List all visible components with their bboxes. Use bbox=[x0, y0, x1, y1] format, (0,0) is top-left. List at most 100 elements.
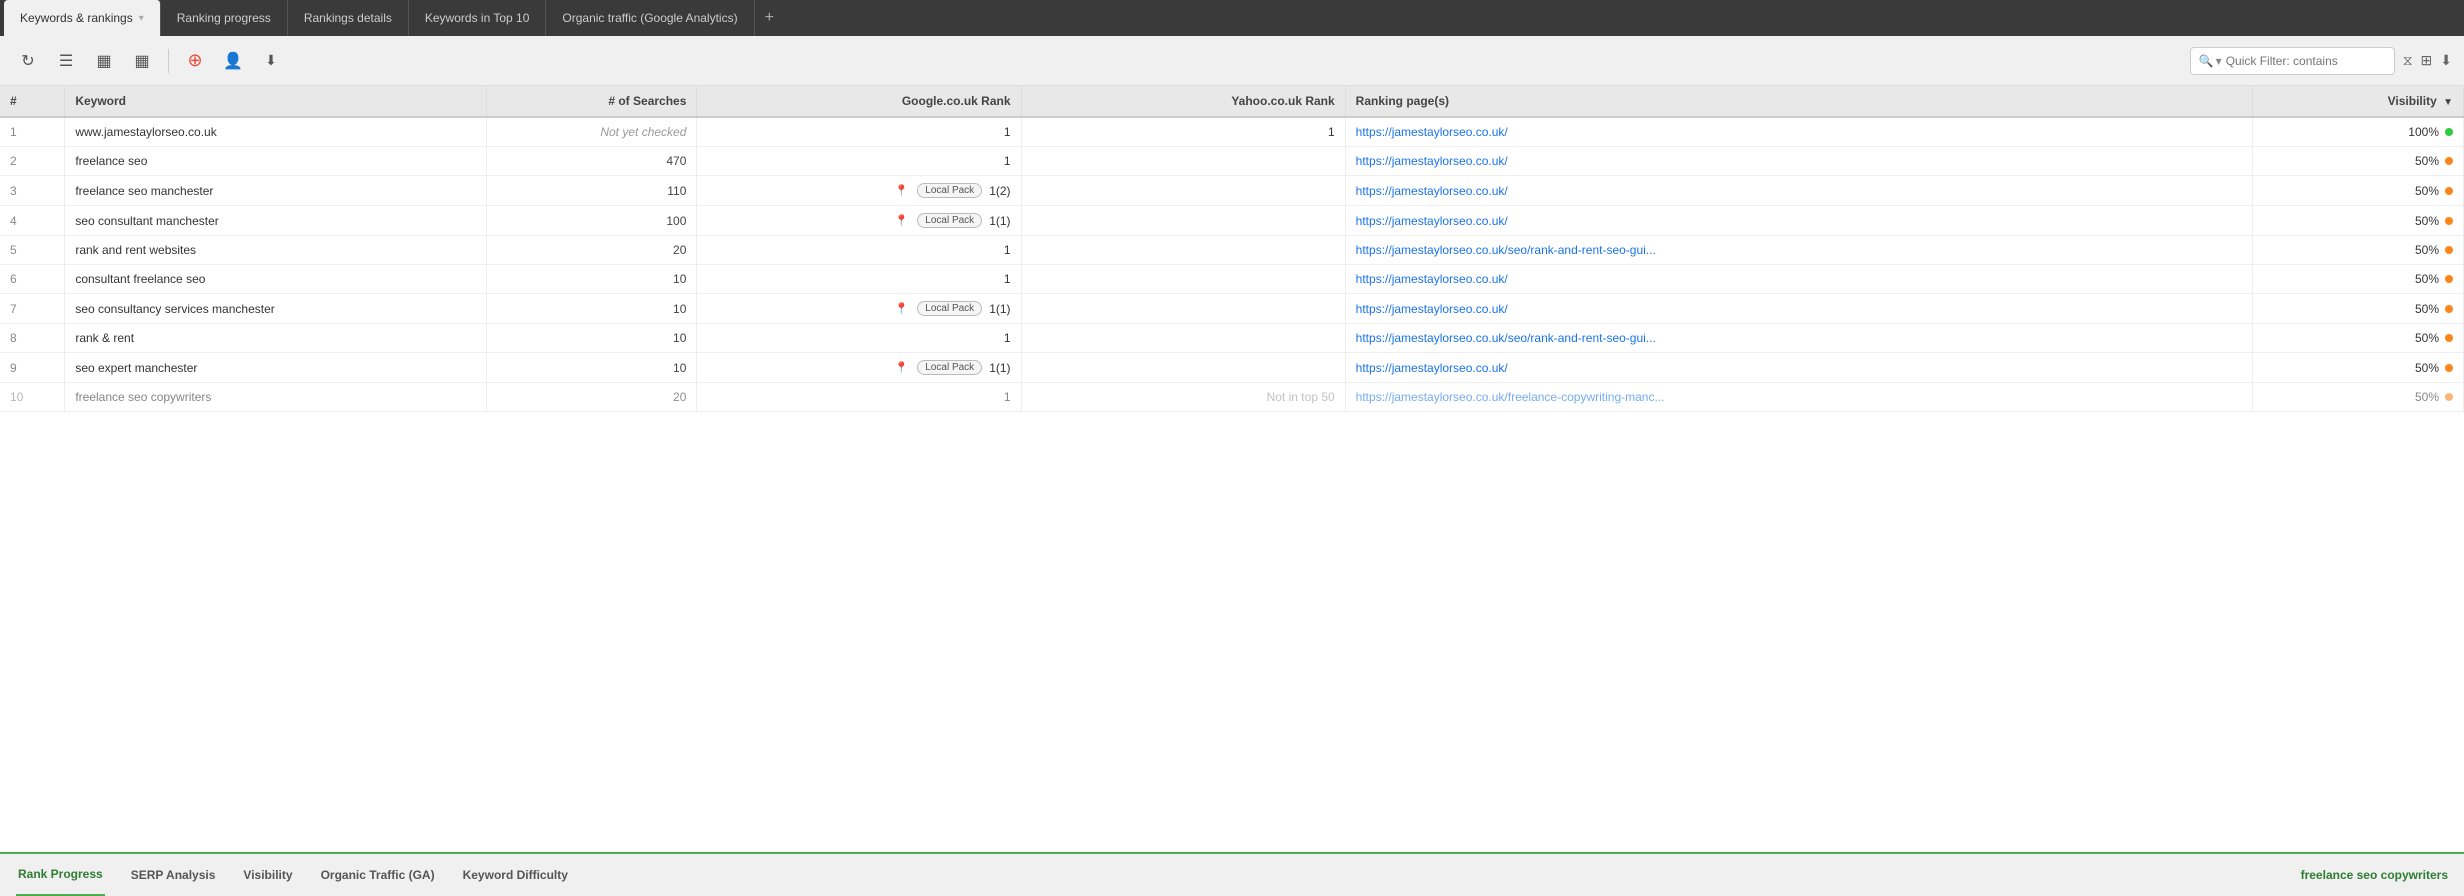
table-container: # Keyword # of Searches Google.co.uk Ran… bbox=[0, 86, 2464, 852]
ranking-page-link[interactable]: https://jamestaylorseo.co.uk/freelance-c… bbox=[1356, 390, 1665, 404]
grid-icon[interactable]: ⊞ bbox=[2421, 52, 2433, 69]
row-google-rank: 1 bbox=[697, 147, 1021, 176]
col-header-ranking-page[interactable]: Ranking page(s) bbox=[1345, 86, 2253, 117]
ranking-page-link[interactable]: https://jamestaylorseo.co.uk/seo/rank-an… bbox=[1356, 331, 1656, 345]
row-yahoo-rank bbox=[1021, 324, 1345, 353]
row-ranking-page[interactable]: https://jamestaylorseo.co.uk/ bbox=[1345, 117, 2253, 147]
tab-rankings-details[interactable]: Rankings details bbox=[288, 0, 409, 36]
row-keyword: rank & rent bbox=[65, 324, 486, 353]
tab-keywords-top10[interactable]: Keywords in Top 10 bbox=[409, 0, 547, 36]
row-searches: Not yet checked bbox=[486, 117, 697, 147]
chart-button[interactable]: ▦ bbox=[88, 45, 120, 77]
filter-icon[interactable]: ⧖ bbox=[2403, 52, 2413, 69]
col-header-yahoo-rank[interactable]: Yahoo.co.uk Rank bbox=[1021, 86, 1345, 117]
separator-1 bbox=[168, 49, 169, 73]
ranking-page-link[interactable]: https://jamestaylorseo.co.uk/ bbox=[1356, 361, 1508, 375]
row-index: 3 bbox=[0, 176, 65, 206]
dropdown-arrow-icon: ▾ bbox=[2216, 54, 2222, 68]
bottom-tab-serp-analysis[interactable]: SERP Analysis bbox=[129, 854, 218, 896]
row-ranking-page[interactable]: https://jamestaylorseo.co.uk/freelance-c… bbox=[1345, 383, 2253, 412]
row-searches: 20 bbox=[486, 236, 697, 265]
row-google-rank: 📍Local Pack1(2) bbox=[697, 176, 1021, 206]
row-ranking-page[interactable]: https://jamestaylorseo.co.uk/seo/rank-an… bbox=[1345, 324, 2253, 353]
row-searches: 10 bbox=[486, 353, 697, 383]
local-pack-badge: Local Pack bbox=[917, 183, 982, 198]
add-tab-button[interactable]: + bbox=[755, 9, 784, 27]
row-index: 10 bbox=[0, 383, 65, 412]
visibility-dot bbox=[2445, 246, 2453, 254]
add-keyword-button[interactable]: ⊕ bbox=[179, 45, 211, 77]
google-rank-value: 1(2) bbox=[989, 184, 1010, 198]
tab-keywords-rankings[interactable]: Keywords & rankings ▾ bbox=[4, 0, 161, 36]
row-ranking-page[interactable]: https://jamestaylorseo.co.uk/ bbox=[1345, 176, 2253, 206]
local-pack-badge: Local Pack bbox=[917, 301, 982, 316]
ranking-page-link[interactable]: https://jamestaylorseo.co.uk/ bbox=[1356, 184, 1508, 198]
visibility-value: 100% bbox=[2408, 125, 2439, 139]
bottom-tab-rank-progress[interactable]: Rank Progress bbox=[16, 854, 105, 896]
calendar-button[interactable]: ▦ bbox=[126, 45, 158, 77]
table-row: 5rank and rent websites201https://jamest… bbox=[0, 236, 2464, 265]
search-icon: 🔍 bbox=[2199, 54, 2214, 68]
row-ranking-page[interactable]: https://jamestaylorseo.co.uk/ bbox=[1345, 294, 2253, 324]
chart-icon: ▦ bbox=[96, 51, 111, 71]
tab-label: Keywords & rankings bbox=[20, 11, 133, 25]
row-ranking-page[interactable]: https://jamestaylorseo.co.uk/ bbox=[1345, 353, 2253, 383]
row-searches: 10 bbox=[486, 265, 697, 294]
row-ranking-page[interactable]: https://jamestaylorseo.co.uk/ bbox=[1345, 206, 2253, 236]
table-header-row: # Keyword # of Searches Google.co.uk Ran… bbox=[0, 86, 2464, 117]
visibility-value: 50% bbox=[2415, 243, 2439, 257]
visibility-value: 50% bbox=[2415, 331, 2439, 345]
row-keyword: rank and rent websites bbox=[65, 236, 486, 265]
bottom-tab-visibility[interactable]: Visibility bbox=[241, 854, 294, 896]
row-ranking-page[interactable]: https://jamestaylorseo.co.uk/ bbox=[1345, 265, 2253, 294]
bottom-tab-keyword-difficulty[interactable]: Keyword Difficulty bbox=[461, 854, 570, 896]
table-row: 4seo consultant manchester100📍Local Pack… bbox=[0, 206, 2464, 236]
visibility-value: 50% bbox=[2415, 272, 2439, 286]
col-header-searches[interactable]: # of Searches bbox=[486, 86, 697, 117]
row-visibility: 50% bbox=[2253, 324, 2464, 353]
person-icon: 👤 bbox=[223, 51, 243, 71]
row-searches: 110 bbox=[486, 176, 697, 206]
toolbar-right: 🔍 ▾ ⧖ ⊞ ⬇ bbox=[2190, 47, 2452, 75]
ranking-page-link[interactable]: https://jamestaylorseo.co.uk/ bbox=[1356, 154, 1508, 168]
pin-icon: 📍 bbox=[895, 361, 909, 374]
download-icon[interactable]: ⬇ bbox=[2440, 52, 2452, 69]
col-header-visibility[interactable]: Visibility ▼ bbox=[2253, 86, 2464, 117]
ranking-page-link[interactable]: https://jamestaylorseo.co.uk/ bbox=[1356, 214, 1508, 228]
table-row: 7seo consultancy services manchester10📍L… bbox=[0, 294, 2464, 324]
manage-users-button[interactable]: 👤 bbox=[217, 45, 249, 77]
row-ranking-page[interactable]: https://jamestaylorseo.co.uk/ bbox=[1345, 147, 2253, 176]
visibility-value: 50% bbox=[2415, 184, 2439, 198]
row-index: 5 bbox=[0, 236, 65, 265]
table-row: 9seo expert manchester10📍Local Pack1(1)h… bbox=[0, 353, 2464, 383]
col-header-google-rank[interactable]: Google.co.uk Rank bbox=[697, 86, 1021, 117]
sort-desc-icon: ▼ bbox=[2443, 97, 2453, 108]
row-visibility: 50% bbox=[2253, 383, 2464, 412]
ranking-page-link[interactable]: https://jamestaylorseo.co.uk/seo/rank-an… bbox=[1356, 243, 1656, 257]
visibility-dot bbox=[2445, 393, 2453, 401]
row-visibility: 50% bbox=[2253, 294, 2464, 324]
refresh-button[interactable]: ↻ bbox=[12, 45, 44, 77]
row-ranking-page[interactable]: https://jamestaylorseo.co.uk/seo/rank-an… bbox=[1345, 236, 2253, 265]
import-button[interactable]: ⬇ bbox=[255, 45, 287, 77]
ranking-page-link[interactable]: https://jamestaylorseo.co.uk/ bbox=[1356, 272, 1508, 286]
ranking-page-link[interactable]: https://jamestaylorseo.co.uk/ bbox=[1356, 302, 1508, 316]
row-google-rank: 📍Local Pack1(1) bbox=[697, 294, 1021, 324]
row-keyword: seo expert manchester bbox=[65, 353, 486, 383]
visibility-value: 50% bbox=[2415, 302, 2439, 316]
row-keyword: consultant freelance seo bbox=[65, 265, 486, 294]
list-button[interactable]: ☰ bbox=[50, 45, 82, 77]
tab-organic-traffic[interactable]: Organic traffic (Google Analytics) bbox=[546, 0, 754, 36]
search-dropdown[interactable]: 🔍 ▾ bbox=[2199, 54, 2222, 68]
quick-filter-input[interactable] bbox=[2226, 54, 2386, 68]
row-keyword: freelance seo copywriters bbox=[65, 383, 486, 412]
bottom-tab-organic-traffic[interactable]: Organic Traffic (GA) bbox=[319, 854, 437, 896]
col-header-keyword[interactable]: Keyword bbox=[65, 86, 486, 117]
tab-ranking-progress[interactable]: Ranking progress bbox=[161, 0, 288, 36]
row-keyword: seo consultant manchester bbox=[65, 206, 486, 236]
ranking-page-link[interactable]: https://jamestaylorseo.co.uk/ bbox=[1356, 125, 1508, 139]
tab-bar: Keywords & rankings ▾ Ranking progress R… bbox=[0, 0, 2464, 36]
bottom-tab-label: Organic Traffic (GA) bbox=[321, 868, 435, 882]
table-row: 8rank & rent101https://jamestaylorseo.co… bbox=[0, 324, 2464, 353]
row-visibility: 50% bbox=[2253, 236, 2464, 265]
